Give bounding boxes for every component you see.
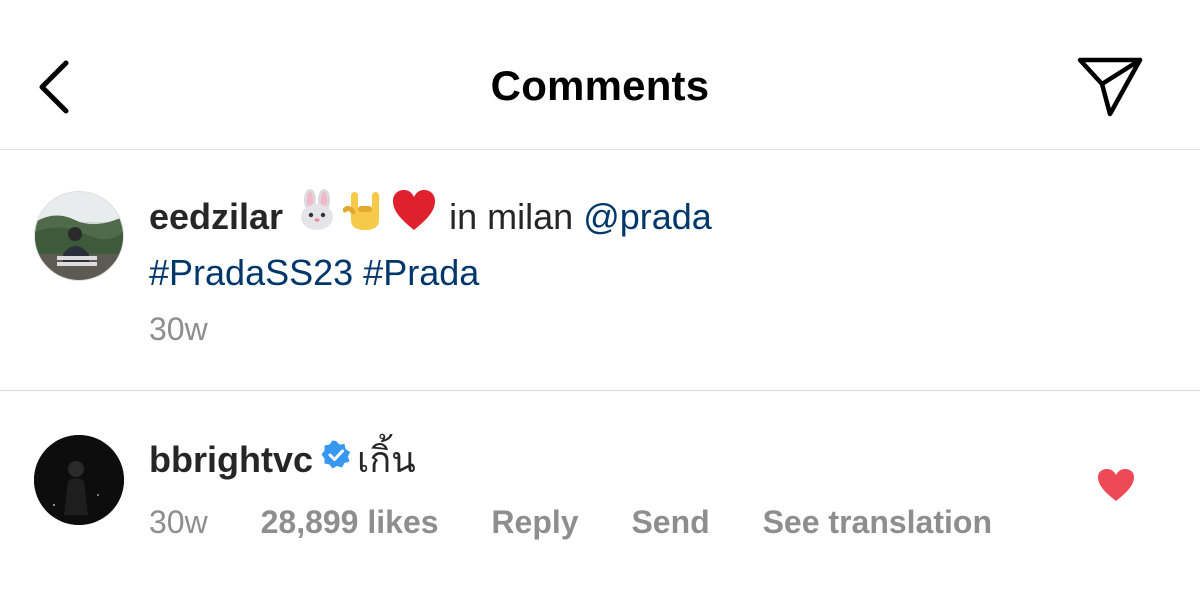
post-caption: eedzilar in milan @prada #PradaSS23 #Pra… — [0, 151, 1200, 391]
caption-username[interactable]: eedzilar — [149, 196, 283, 237]
likes-count-link[interactable]: 28,899 likes — [261, 504, 439, 541]
header-bar: Comments — [0, 0, 1200, 150]
avatar-bbrightvc[interactable] — [34, 435, 124, 525]
comment-row: bbrightvc เกิ้น 30w 28,899 likes Reply S… — [0, 392, 1200, 607]
comment-body: เกิ้น — [357, 439, 416, 480]
verified-badge-icon — [321, 433, 351, 483]
rabbit-face-icon — [295, 188, 339, 245]
comment-username[interactable]: bbrightvc — [149, 439, 313, 480]
caption-timestamp: 30w — [149, 311, 208, 347]
caption-text: eedzilar in milan @prada #PradaSS23 #Pra… — [149, 188, 1149, 298]
hashtag-pradass23[interactable]: #PradaSS23 — [149, 252, 353, 293]
paper-plane-icon — [1077, 57, 1143, 117]
caption-body: in milan — [449, 196, 574, 238]
page-title: Comments — [490, 62, 710, 109]
avatar-photo — [35, 192, 123, 280]
share-button[interactable] — [1076, 56, 1144, 118]
hashtag-prada[interactable]: #Prada — [363, 252, 479, 293]
see-translation-link[interactable]: See translation — [763, 504, 992, 541]
like-button[interactable] — [1096, 467, 1136, 503]
mention-prada[interactable]: @prada — [583, 196, 712, 237]
love-you-gesture-icon — [342, 188, 387, 245]
reply-button[interactable]: Reply — [491, 504, 578, 541]
comment-actions: 30w 28,899 likes Reply Send See translat… — [149, 504, 1036, 541]
heart-filled-icon — [1098, 469, 1134, 501]
send-button[interactable]: Send — [631, 504, 709, 541]
red-heart-icon — [391, 188, 437, 245]
avatar-eedzilar[interactable] — [34, 191, 124, 281]
comment-timestamp: 30w — [149, 504, 208, 540]
comment-text: bbrightvc เกิ้น — [149, 435, 416, 487]
avatar-photo — [34, 435, 124, 525]
